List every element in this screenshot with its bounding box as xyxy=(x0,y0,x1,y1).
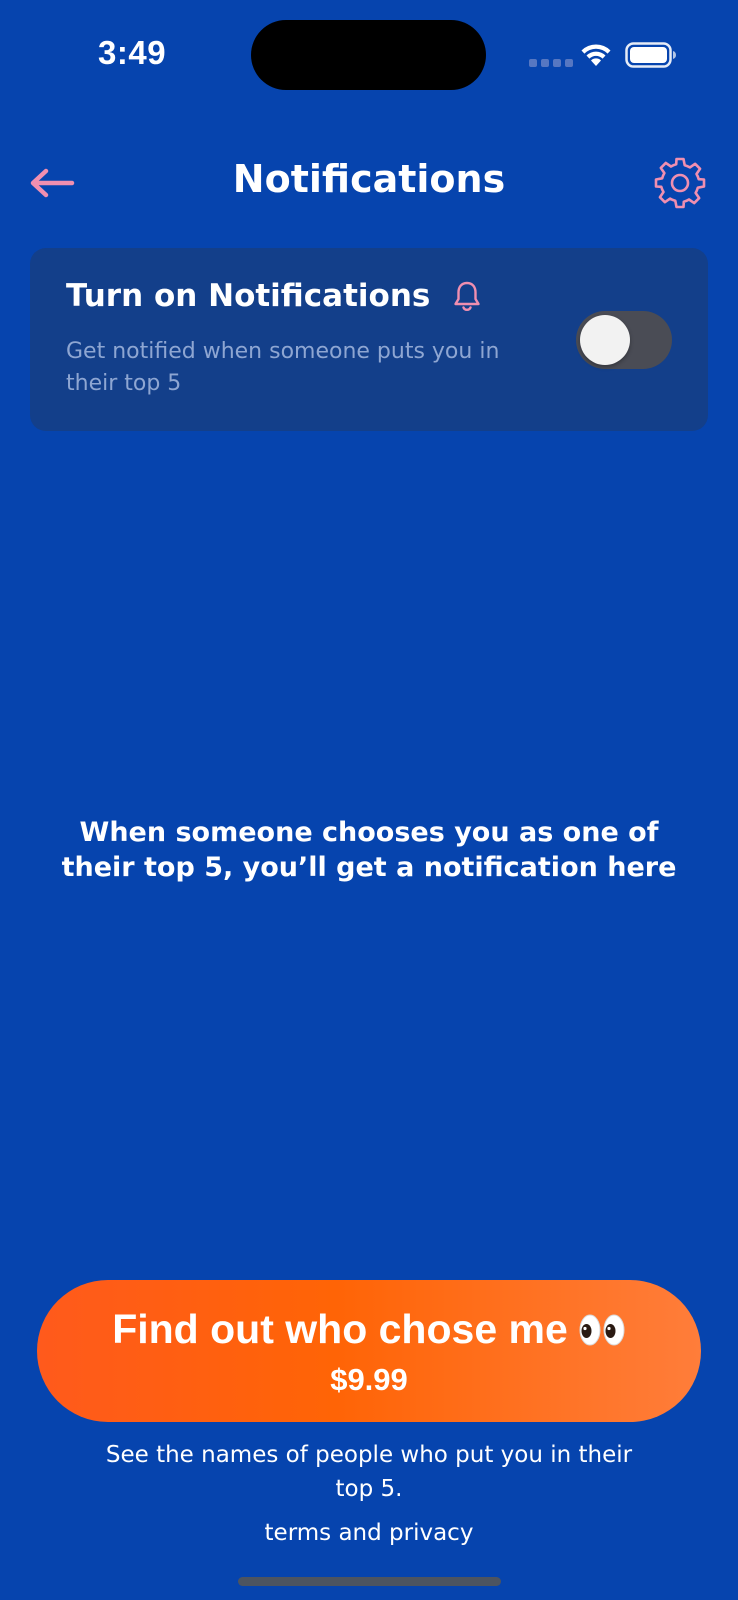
notification-card-title: Turn on Notifications xyxy=(66,278,431,314)
cta-label-row: Find out who chose me xyxy=(37,1306,701,1353)
page-title: Notifications xyxy=(232,157,506,201)
toggle-knob xyxy=(580,315,630,365)
notification-title-row: Turn on Notifications xyxy=(66,278,484,314)
wifi-icon xyxy=(581,44,611,66)
gear-icon[interactable] xyxy=(652,155,708,211)
empty-state-message: When someone chooses you as one of their… xyxy=(61,817,677,883)
terms-and-privacy-link[interactable]: terms and privacy xyxy=(0,1520,738,1546)
notifications-toggle[interactable] xyxy=(576,311,672,369)
signal-icon xyxy=(529,59,573,67)
status-time: 3:49 xyxy=(98,34,167,71)
notification-card-description: Get notified when someone puts you in th… xyxy=(66,339,500,396)
battery-icon xyxy=(625,42,676,68)
dynamic-island xyxy=(251,20,486,90)
notifications-screen: 3:49 Notifications Turn on Notifications… xyxy=(0,0,738,1600)
bell-icon xyxy=(454,281,481,311)
home-indicator[interactable] xyxy=(238,1577,501,1586)
cta-subtext: See the names of people who put you in t… xyxy=(105,1442,633,1502)
find-out-who-chose-me-button[interactable]: Find out who chose me $9.99 xyxy=(37,1280,701,1422)
cta-label: Find out who chose me xyxy=(112,1306,568,1352)
eyes-icon xyxy=(579,1314,625,1345)
cta-price: $9.99 xyxy=(330,1362,408,1397)
notification-settings-card: Turn on Notifications Get notified when … xyxy=(30,248,708,431)
